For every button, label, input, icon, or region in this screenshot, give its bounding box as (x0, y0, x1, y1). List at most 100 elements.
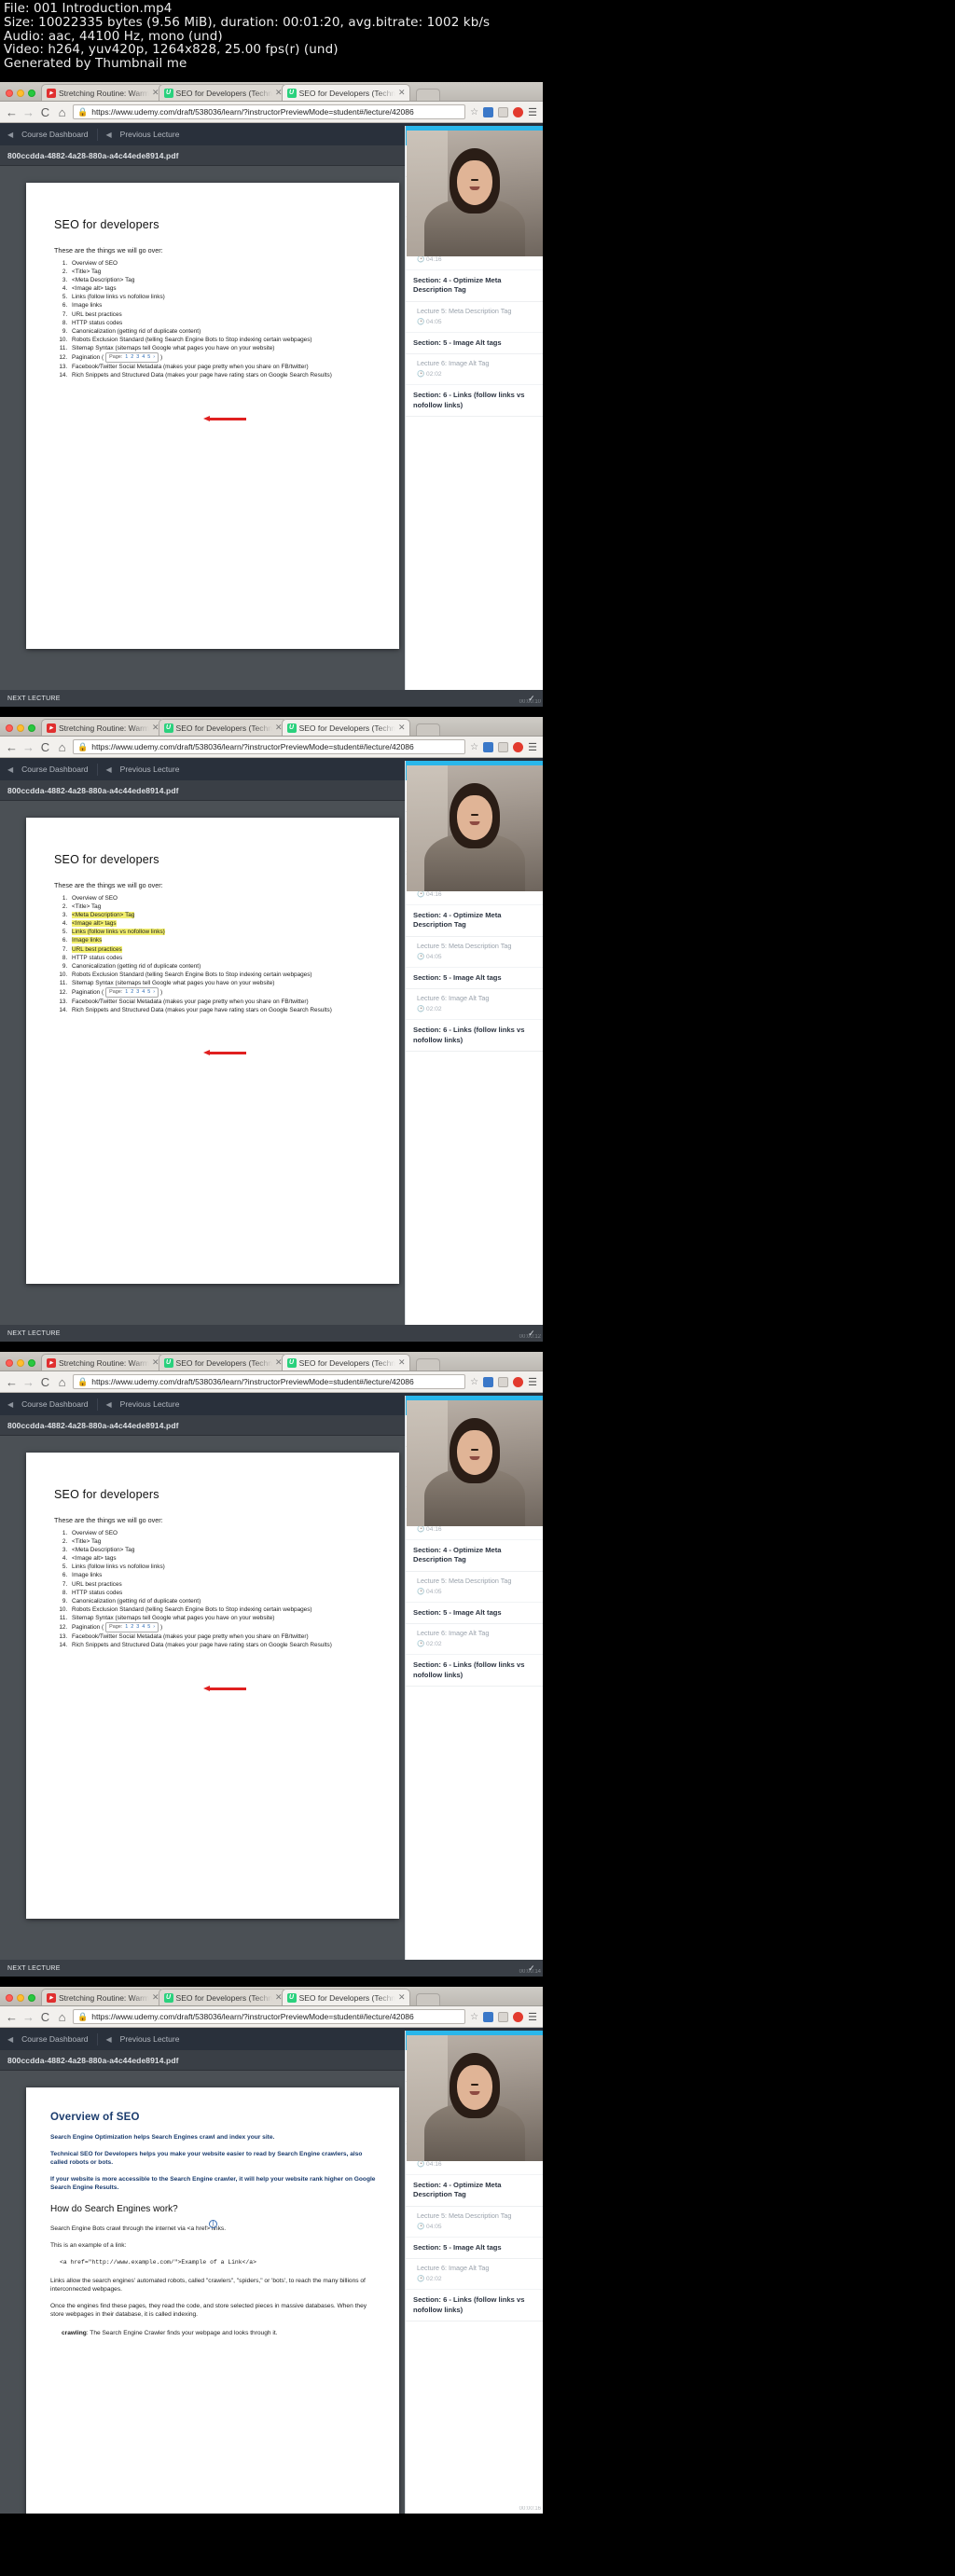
extension-icon-1[interactable] (483, 106, 494, 117)
pagination-page-5[interactable]: 5 (147, 988, 150, 997)
pagination-page-3[interactable]: 3 (136, 353, 139, 362)
previous-lecture-link[interactable]: Previous Lecture (120, 1399, 180, 1409)
extension-icon-2[interactable] (498, 1376, 509, 1387)
back-arrow-icon[interactable]: ← (6, 2010, 18, 2024)
pagination-page-2[interactable]: 2 (131, 1623, 133, 1632)
minimize-window-icon[interactable] (17, 90, 24, 97)
course-dashboard-link[interactable]: Course Dashboard (21, 2034, 88, 2044)
browser-tab-0[interactable]: Stretching Routine: Warm ✕ (41, 719, 164, 736)
extension-icon-3[interactable] (513, 106, 524, 117)
curriculum-lecture-item[interactable]: Lecture 6: Image Alt Tag 🕑 02:02 (406, 354, 543, 385)
browser-tab-2[interactable]: U SEO for Developers (Techn ✕ (281, 1354, 410, 1371)
curriculum-lecture-item[interactable]: Lecture 6: Image Alt Tag 🕑 02:02 (406, 2259, 543, 2290)
extension-icon-1[interactable] (483, 2011, 494, 2022)
previous-lecture-link[interactable]: Previous Lecture (120, 130, 180, 139)
forward-arrow-icon[interactable]: → (22, 1375, 35, 1389)
curriculum-section-4[interactable]: Section: 4 - Optimize Meta Description T… (406, 1540, 543, 1572)
next-lecture-bar[interactable]: NEXT LECTURE ✓ (0, 1325, 543, 1342)
curriculum-section-4[interactable]: Section: 4 - Optimize Meta Description T… (406, 270, 543, 302)
pagination-page-1[interactable]: 1 (125, 1623, 128, 1632)
curriculum-lecture-item[interactable]: Lecture 5: Meta Description Tag 🕑 04:05 (406, 2207, 543, 2238)
curriculum-section-5[interactable]: Section: 5 - Image Alt tags (406, 333, 543, 354)
pagination-next-icon[interactable]: › (153, 988, 155, 997)
pagination-page-2[interactable]: 2 (131, 353, 133, 362)
address-bar[interactable]: 🔒 https://www.udemy.com/draft/538036/lea… (73, 739, 466, 754)
extension-icon-3[interactable] (513, 2011, 524, 2022)
curriculum-section-6[interactable]: Section: 6 - Links (follow links vs nofo… (406, 1655, 543, 1687)
browser-tab-2[interactable]: U SEO for Developers (Techn ✕ (281, 719, 410, 736)
home-icon[interactable]: ⌂ (56, 740, 68, 754)
pagination-page-3[interactable]: 3 (136, 1623, 139, 1632)
hamburger-menu-icon[interactable]: ☰ (528, 106, 537, 118)
pagination-page-2[interactable]: 2 (131, 988, 133, 997)
reload-icon[interactable]: C (39, 105, 51, 119)
browser-tab-1[interactable]: U SEO for Developers (Techn ✕ (158, 1989, 287, 2005)
close-window-icon[interactable] (6, 724, 13, 732)
browser-tab-2[interactable]: U SEO for Developers (Techn ✕ (281, 1989, 410, 2005)
window-controls[interactable] (4, 90, 41, 101)
bookmark-star-icon[interactable]: ☆ (470, 2012, 478, 2022)
new-tab-button[interactable] (415, 1358, 440, 1371)
curriculum-lecture-item[interactable]: Lecture 6: Image Alt Tag 🕑 02:02 (406, 1624, 543, 1655)
course-dashboard-link[interactable]: Course Dashboard (21, 765, 88, 774)
reload-icon[interactable]: C (39, 1375, 51, 1389)
close-tab-icon[interactable]: ✕ (398, 88, 406, 98)
curriculum-lecture-item[interactable]: Lecture 5: Meta Description Tag 🕑 04:05 (406, 302, 543, 333)
window-controls[interactable] (4, 1994, 41, 2005)
curriculum-section-5[interactable]: Section: 5 - Image Alt tags (406, 2238, 543, 2259)
home-icon[interactable]: ⌂ (56, 1375, 68, 1389)
pagination-page-5[interactable]: 5 (147, 1623, 150, 1632)
course-dashboard-link[interactable]: Course Dashboard (21, 1399, 88, 1409)
extension-icon-3[interactable] (513, 741, 524, 752)
new-tab-button[interactable] (415, 723, 440, 736)
pagination-page-5[interactable]: 5 (147, 353, 150, 362)
curriculum-section-6[interactable]: Section: 6 - Links (follow links vs nofo… (406, 2290, 543, 2321)
close-tab-icon[interactable]: ✕ (398, 1992, 406, 2003)
pagination-widget[interactable]: Page: 12345 › (105, 352, 159, 364)
bookmark-star-icon[interactable]: ☆ (470, 1377, 478, 1387)
window-controls[interactable] (4, 724, 41, 736)
previous-lecture-link[interactable]: Previous Lecture (120, 765, 180, 774)
pagination-page-1[interactable]: 1 (125, 353, 128, 362)
back-arrow-icon[interactable]: ← (6, 740, 18, 754)
browser-tab-0[interactable]: Stretching Routine: Warm ✕ (41, 1354, 164, 1371)
pagination-widget[interactable]: Page: 12345 › (105, 987, 159, 999)
hamburger-menu-icon[interactable]: ☰ (528, 741, 537, 753)
address-bar[interactable]: 🔒 https://www.udemy.com/draft/538036/lea… (73, 104, 466, 119)
pagination-page-1[interactable]: 1 (125, 988, 128, 997)
back-arrow-icon[interactable]: ← (6, 105, 18, 119)
curriculum-section-5[interactable]: Section: 5 - Image Alt tags (406, 968, 543, 989)
browser-tab-0[interactable]: Stretching Routine: Warm ✕ (41, 1989, 164, 2005)
extension-icon-1[interactable] (483, 741, 494, 752)
hamburger-menu-icon[interactable]: ☰ (528, 1376, 537, 1388)
forward-arrow-icon[interactable]: → (22, 2010, 35, 2024)
browser-tab-0[interactable]: Stretching Routine: Warm ✕ (41, 84, 164, 101)
address-bar[interactable]: 🔒 https://www.udemy.com/draft/538036/lea… (73, 2009, 466, 2024)
extension-icon-3[interactable] (513, 1376, 524, 1387)
pagination-page-3[interactable]: 3 (136, 988, 139, 997)
maximize-window-icon[interactable] (28, 1994, 35, 2002)
pagination-widget[interactable]: Page: 12345 › (105, 1622, 159, 1633)
window-controls[interactable] (4, 1359, 41, 1371)
close-tab-icon[interactable]: ✕ (398, 1357, 406, 1368)
back-arrow-icon[interactable]: ← (6, 1375, 18, 1389)
bookmark-star-icon[interactable]: ☆ (470, 107, 478, 117)
bookmark-star-icon[interactable]: ☆ (470, 742, 478, 752)
reload-icon[interactable]: C (39, 740, 51, 754)
minimize-window-icon[interactable] (17, 724, 24, 732)
pagination-page-4[interactable]: 4 (142, 988, 145, 997)
pagination-next-icon[interactable]: › (153, 353, 155, 362)
browser-tab-1[interactable]: U SEO for Developers (Techn ✕ (158, 1354, 287, 1371)
close-window-icon[interactable] (6, 1994, 13, 2002)
curriculum-lecture-item[interactable]: Lecture 5: Meta Description Tag 🕑 04:05 (406, 1572, 543, 1603)
curriculum-section-4[interactable]: Section: 4 - Optimize Meta Description T… (406, 2175, 543, 2207)
browser-tab-2[interactable]: U SEO for Developers (Techn ✕ (281, 84, 410, 101)
home-icon[interactable]: ⌂ (56, 2010, 68, 2024)
curriculum-section-4[interactable]: Section: 4 - Optimize Meta Description T… (406, 905, 543, 937)
close-window-icon[interactable] (6, 1359, 13, 1367)
previous-lecture-link[interactable]: Previous Lecture (120, 2034, 180, 2044)
pagination-page-4[interactable]: 4 (142, 353, 145, 362)
hamburger-menu-icon[interactable]: ☰ (528, 2011, 537, 2023)
maximize-window-icon[interactable] (28, 724, 35, 732)
curriculum-lecture-item[interactable]: Lecture 5: Meta Description Tag 🕑 04:05 (406, 937, 543, 968)
